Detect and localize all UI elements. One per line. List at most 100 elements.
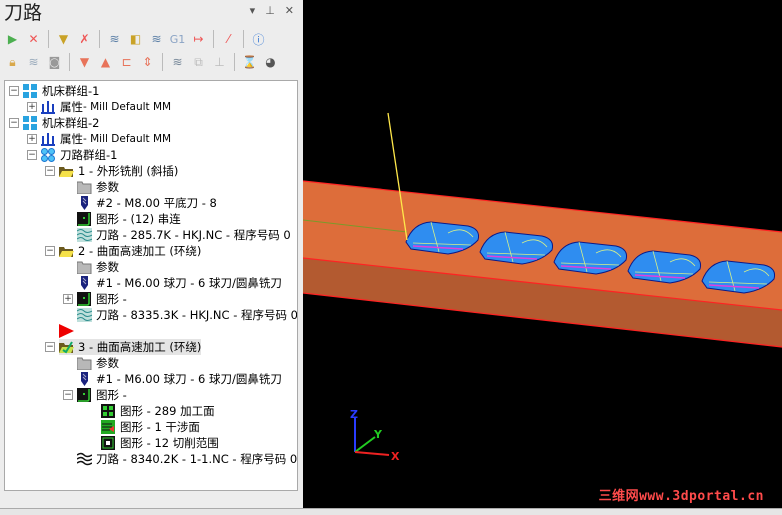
collapse-toggle[interactable]: − [45, 246, 55, 256]
tree-item-label: 图形 - 12 切削范围 [120, 436, 219, 450]
geo-drive-icon [101, 404, 116, 418]
tree-item[interactable]: 图形 - 12 切削范围 [101, 435, 219, 451]
tree-item[interactable]: 图形 - [77, 291, 127, 307]
insert-position-icon[interactable]: ⊥ [211, 54, 228, 71]
collapse-toggle[interactable]: − [63, 390, 73, 400]
move-up-icon[interactable]: ▲ [97, 54, 114, 71]
expand-toggle[interactable]: + [27, 134, 37, 144]
tree-item-label: 属性 [60, 100, 83, 114]
geometry-icon [77, 292, 92, 306]
post-selected-icon[interactable]: ↦ [190, 31, 207, 48]
tree-item[interactable]: #2 - M8.00 平底刀 - 8 [77, 195, 217, 211]
tree-item[interactable]: 参数 [76, 355, 119, 371]
tree-item-label: 刀路群组-1 [60, 148, 118, 162]
axis-y-label: Y [373, 428, 383, 441]
tree-item-label: 图形 - 1 干涉面 [120, 420, 200, 434]
tree-item-detail: - Mill Default MM [83, 101, 172, 113]
tree-item[interactable]: #1 - M6.00 球刀 - 6 球刀/圆鼻铣刀 [77, 371, 282, 387]
insert-arrow-icon [59, 324, 74, 338]
tree-item[interactable]: 参数 [76, 259, 119, 275]
toggle-display-icon[interactable]: ≋ [25, 54, 42, 71]
toolpath-icon [76, 228, 93, 242]
toolpath-group-icon [41, 148, 56, 162]
insert-arrow-marker[interactable] [59, 323, 78, 339]
tree-item[interactable]: 属性 - Mill Default MM [41, 131, 171, 147]
scroll-icon[interactable]: ⇕ [139, 54, 156, 71]
move-down-icon[interactable]: ▼ [76, 54, 93, 71]
tree-item-label: 参数 [96, 180, 119, 194]
tree-item[interactable]: 刀路群组-1 [41, 147, 117, 163]
pin-icon[interactable]: ⊥ [265, 4, 275, 17]
op-folder-dirty-icon [59, 340, 74, 354]
tree-item-label: #2 - M8.00 平底刀 - 8 [96, 196, 217, 210]
tree-item[interactable]: 参数 [76, 179, 119, 195]
collapse-toggle[interactable]: − [45, 166, 55, 176]
tree-item[interactable]: 1 - 外形铣削 (斜插) [59, 163, 178, 179]
tree-item-label: 属性 [60, 132, 83, 146]
properties-icon [41, 100, 56, 114]
tree-item[interactable]: 刀路 - 285.7K - HKJ.NC - 程序号码 0 [76, 227, 291, 243]
display-selected-icon[interactable]: ⧉ [190, 54, 207, 71]
toolpath-dirty-icon [76, 452, 93, 466]
insert-arrow-icon[interactable]: ⊏ [118, 54, 135, 71]
tree-item-label: 3 - 曲面高速加工 (环绕) [78, 340, 202, 354]
tree-item-label: 刀路 - 8340.2K - 1-1.NC - 程序号码 0 [96, 452, 298, 466]
tree-item-label: 1 - 外形铣削 (斜插) [78, 164, 179, 178]
graphics-viewport[interactable]: Z Y X 三维网www.3dportal.cn [302, 0, 782, 508]
tree-item[interactable]: 刀路 - 8335.3K - HKJ.NC - 程序号码 0 [76, 307, 297, 323]
tree-item[interactable]: #1 - M6.00 球刀 - 6 球刀/圆鼻铣刀 [77, 275, 282, 291]
op-folder-icon [59, 244, 74, 258]
collapse-toggle[interactable]: − [27, 150, 37, 160]
collapse-toggle[interactable]: − [45, 342, 55, 352]
toolbar-row-2: 🔒︎ ≋ ◙ ▼ ▲ ⊏ ⇕ ≋ ⧉ ⊥ ⌛ ◕ [4, 53, 279, 71]
tree-item-label: 图形 - [96, 292, 127, 306]
toolpath-tree[interactable]: − 机床群组-1 + 属性 - Mill Default MM − 机床群组-2 + 属性 -… [4, 80, 298, 491]
tree-item-detail: - Mill Default MM [83, 133, 172, 145]
backplot-icon[interactable]: ≋ [106, 31, 123, 48]
tree-item[interactable]: 属性 - Mill Default MM [41, 99, 171, 115]
material-icon[interactable]: ◕ [262, 54, 279, 71]
tree-item[interactable]: 3 - 曲面高速加工 (环绕) [59, 339, 202, 355]
select-all-operations-icon[interactable]: ▶ [4, 31, 21, 48]
compare-icon[interactable]: ⌛ [241, 54, 258, 71]
tree-item-label: 2 - 曲面高速加工 (环绕) [78, 244, 202, 258]
collapse-toggle[interactable]: − [9, 86, 19, 96]
help-icon[interactable]: ⓘ [250, 31, 267, 48]
tree-item[interactable]: 机床群组-2 [23, 115, 99, 131]
expand-toggle[interactable]: + [27, 102, 37, 112]
tree-item-label: 机床群组-2 [42, 116, 100, 130]
regenerate-selected-icon[interactable]: ▼ [55, 31, 72, 48]
verify-icon[interactable]: ◧ [127, 31, 144, 48]
toolpath-icon [76, 308, 93, 322]
tree-item[interactable]: 图形 - (12) 串连 [77, 211, 181, 227]
post-toggle-icon[interactable]: ◙ [46, 54, 63, 71]
tree-item-label: 图形 - [96, 388, 127, 402]
tree-item-label: #1 - M6.00 球刀 - 6 球刀/圆鼻铣刀 [96, 276, 282, 290]
tree-item[interactable]: 图形 - [77, 387, 127, 403]
model-view: Z Y X [302, 112, 782, 463]
simulate-icon[interactable]: ≋ [148, 31, 165, 48]
tree-item[interactable]: 2 - 曲面高速加工 (环绕) [59, 243, 201, 259]
machine-group-icon [23, 84, 38, 98]
tree-item-label: 刀路 - 285.7K - HKJ.NC - 程序号码 0 [96, 228, 291, 242]
axis-triad: Z Y X [350, 408, 400, 463]
close-icon[interactable]: ✕ [285, 4, 294, 17]
properties-icon [41, 132, 56, 146]
tree-item[interactable]: 刀路 - 8340.2K - 1-1.NC - 程序号码 0 [76, 451, 298, 467]
tree-item-label: 参数 [96, 356, 119, 370]
watermark: 三维网www.3dportal.cn [598, 489, 764, 504]
g1-icon[interactable]: G1 [169, 31, 186, 48]
collapse-toggle[interactable]: − [9, 118, 19, 128]
tree-item[interactable]: 机床群组-1 [23, 83, 99, 99]
tree-item[interactable]: 图形 - 289 加工面 [101, 403, 215, 419]
panel-dropdown-icon[interactable]: ▾ [250, 4, 256, 17]
params-icon [76, 180, 92, 195]
high-feed-icon[interactable]: ⁄ [220, 31, 237, 48]
tree-item[interactable]: 图形 - 1 干涉面 [101, 419, 200, 435]
single-display-icon[interactable]: ≋ [169, 54, 186, 71]
lock-icon[interactable]: 🔒︎ [4, 54, 21, 71]
regenerate-dirty-icon[interactable]: ✗ [76, 31, 93, 48]
expand-toggle[interactable]: + [63, 294, 73, 304]
tree-item-label: 图形 - (12) 串连 [96, 212, 181, 226]
deselect-all-icon[interactable]: ✕ [25, 31, 42, 48]
